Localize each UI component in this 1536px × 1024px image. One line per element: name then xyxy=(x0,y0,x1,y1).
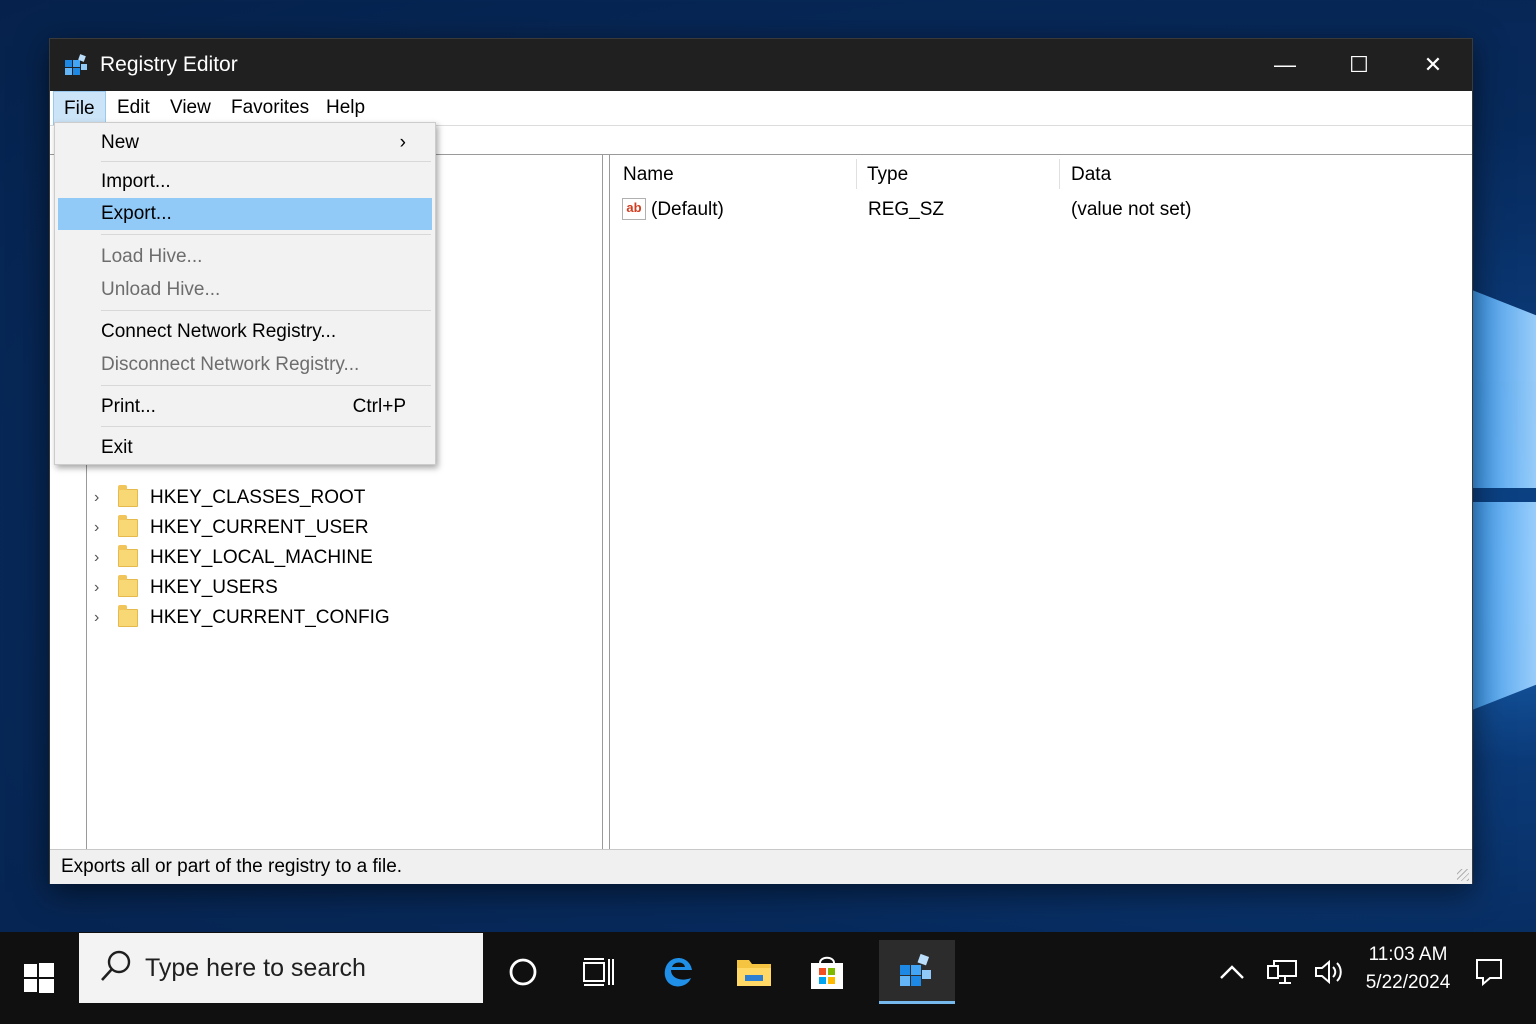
menu-item-connect-network-registry[interactable]: Connect Network Registry... xyxy=(58,316,432,348)
shortcut-label: Ctrl+P xyxy=(352,396,406,417)
window-title: Registry Editor xyxy=(100,53,238,76)
column-header-type[interactable]: Type xyxy=(867,157,908,193)
tree-item-label: HKEY_USERS xyxy=(150,577,278,598)
title-bar[interactable]: Registry Editor — ☐ ✕ xyxy=(50,39,1472,91)
chevron-right-icon[interactable]: › xyxy=(94,609,108,627)
file-menu-dropdown: New › Import... Export... Load Hive... U… xyxy=(54,122,436,465)
menu-item-disconnect-network-registry[interactable]: Disconnect Network Registry... xyxy=(58,349,432,381)
submenu-arrow-icon: › xyxy=(399,132,406,153)
store-bag-icon xyxy=(811,956,843,989)
search-placeholder: Type here to search xyxy=(145,953,366,982)
value-type: REG_SZ xyxy=(868,199,945,220)
folder-icon xyxy=(118,545,138,567)
menu-item-load-hive[interactable]: Load Hive... xyxy=(58,241,432,273)
string-value-icon: ab xyxy=(622,198,646,220)
resize-grip-icon[interactable] xyxy=(1457,869,1469,881)
close-icon: ✕ xyxy=(1423,52,1443,77)
clock-time: 11:03 AM xyxy=(1368,944,1448,965)
cortana-button[interactable] xyxy=(485,940,561,1004)
chevron-right-icon[interactable]: › xyxy=(94,549,108,567)
network-button[interactable] xyxy=(1258,940,1306,1004)
column-header-name[interactable]: Name xyxy=(623,157,674,193)
tree-item-label: HKEY_CLASSES_ROOT xyxy=(150,487,366,508)
status-bar: Exports all or part of the registry to a… xyxy=(50,849,1472,884)
menu-item-label: Print... xyxy=(101,396,156,417)
maximize-button[interactable]: ☐ xyxy=(1322,39,1396,91)
chevron-right-icon[interactable]: › xyxy=(94,519,108,537)
edge-browser-button[interactable] xyxy=(640,940,716,1004)
menu-item-new[interactable]: New › xyxy=(58,127,432,159)
cortana-circle-icon xyxy=(509,958,537,986)
menu-separator xyxy=(101,234,431,235)
menu-item-unload-hive[interactable]: Unload Hive... xyxy=(58,274,432,306)
windows-logo-icon xyxy=(24,963,54,993)
value-data: (value not set) xyxy=(1071,199,1192,220)
tree-item-hkey-local-machine[interactable]: › HKEY_LOCAL_MACHINE xyxy=(94,543,373,573)
edge-icon xyxy=(664,958,692,987)
menu-help[interactable]: Help xyxy=(316,91,375,125)
menu-file[interactable]: File xyxy=(53,91,106,125)
volume-icon xyxy=(1315,959,1342,985)
taskbar-search-box[interactable]: Type here to search xyxy=(79,933,483,1003)
menu-separator xyxy=(101,161,431,162)
action-center-button[interactable] xyxy=(1466,940,1512,1004)
registry-editor-taskbar-button[interactable] xyxy=(879,940,955,1004)
menu-item-exit[interactable]: Exit xyxy=(58,432,432,464)
task-view-button[interactable] xyxy=(561,940,637,1004)
file-explorer-icon xyxy=(737,960,771,986)
task-view-icon xyxy=(583,958,614,986)
column-header-data[interactable]: Data xyxy=(1071,157,1111,193)
maximize-icon: ☐ xyxy=(1349,52,1369,77)
menu-view[interactable]: View xyxy=(160,91,221,125)
menu-item-import[interactable]: Import... xyxy=(58,166,432,198)
notification-icon xyxy=(1476,959,1502,987)
chevron-right-icon[interactable]: › xyxy=(94,579,108,597)
column-separator[interactable] xyxy=(1059,159,1060,189)
folder-icon xyxy=(118,515,138,537)
taskbar: Type here to search 11:03 AM 5/22/2024 xyxy=(0,932,1536,1024)
close-button[interactable]: ✕ xyxy=(1396,39,1470,91)
chevron-up-icon xyxy=(1220,965,1244,979)
volume-button[interactable] xyxy=(1306,940,1352,1004)
minimize-button[interactable]: — xyxy=(1248,39,1322,91)
desktop-windows-logo xyxy=(1472,290,1536,710)
menu-separator xyxy=(101,385,431,386)
menu-separator xyxy=(101,310,431,311)
menu-item-print[interactable]: Print... Ctrl+P xyxy=(58,391,432,423)
tree-item-label: HKEY_CURRENT_CONFIG xyxy=(150,607,390,628)
menu-favorites[interactable]: Favorites xyxy=(221,91,319,125)
registry-editor-icon xyxy=(65,54,87,75)
menu-edit[interactable]: Edit xyxy=(107,91,160,125)
search-icon xyxy=(101,950,131,981)
registry-editor-icon xyxy=(900,953,931,986)
menu-item-label: New xyxy=(101,132,140,153)
menu-separator xyxy=(101,426,431,427)
microsoft-store-button[interactable] xyxy=(789,940,865,1004)
tree-item-hkey-users[interactable]: › HKEY_USERS xyxy=(94,573,278,603)
chevron-right-icon[interactable]: › xyxy=(94,489,108,507)
status-text: Exports all or part of the registry to a… xyxy=(61,856,403,877)
folder-icon xyxy=(118,605,138,627)
column-separator[interactable] xyxy=(856,159,857,189)
tree-item-label: HKEY_LOCAL_MACHINE xyxy=(150,547,373,568)
tree-item-hkey-current-user[interactable]: › HKEY_CURRENT_USER xyxy=(94,513,369,543)
folder-icon xyxy=(118,575,138,597)
show-hidden-icons-button[interactable] xyxy=(1210,940,1254,1004)
tree-item-label: HKEY_CURRENT_USER xyxy=(150,517,369,538)
network-icon xyxy=(1267,960,1297,984)
file-explorer-button[interactable] xyxy=(716,940,792,1004)
folder-icon xyxy=(118,485,138,507)
start-button[interactable] xyxy=(0,932,78,1024)
minimize-icon: — xyxy=(1274,52,1296,77)
menu-bar: File Edit View Favorites Help xyxy=(50,91,1472,125)
value-name[interactable]: (Default) xyxy=(651,195,724,225)
tree-item-hkey-current-config[interactable]: › HKEY_CURRENT_CONFIG xyxy=(94,603,390,633)
values-list-pane[interactable]: Name Type Data ab (Default) REG_SZ (valu… xyxy=(609,155,1472,849)
menu-item-export[interactable]: Export... xyxy=(58,198,432,230)
clock-date: 5/22/2024 xyxy=(1365,972,1451,993)
tree-item-hkey-classes-root[interactable]: › HKEY_CLASSES_ROOT xyxy=(94,483,365,513)
